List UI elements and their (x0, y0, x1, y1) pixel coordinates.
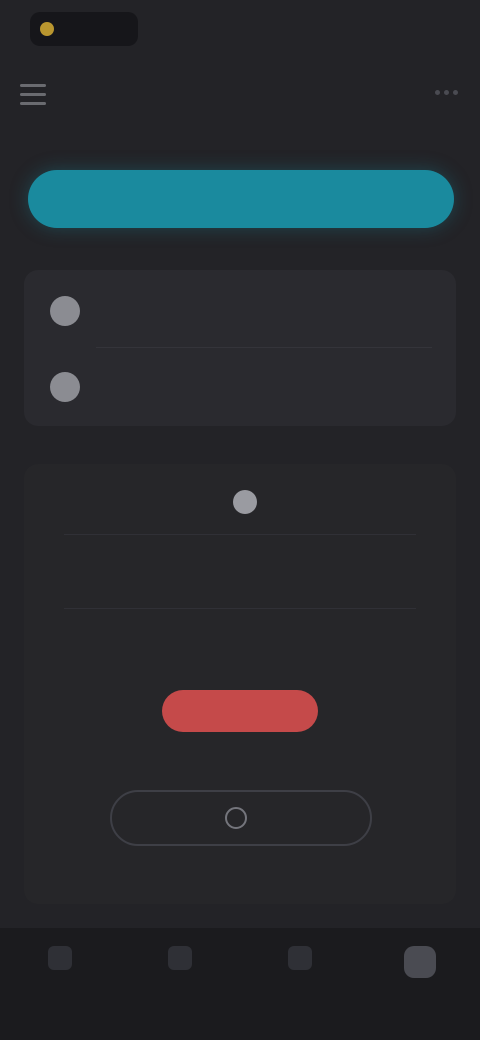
settings-card (24, 270, 456, 426)
bell-icon (50, 372, 80, 402)
nav-item-list[interactable] (130, 942, 230, 1012)
status-dot-icon (40, 22, 54, 36)
nav-item-stats[interactable] (250, 942, 350, 1012)
account-card (24, 464, 456, 904)
header (0, 64, 480, 128)
divider (96, 347, 432, 348)
nav-item-profile[interactable] (370, 942, 470, 1012)
divider (64, 608, 416, 609)
menu-icon[interactable] (20, 84, 46, 106)
status-bar (0, 0, 480, 56)
bottom-nav (0, 928, 480, 1040)
chart-icon (288, 946, 312, 970)
list-icon (168, 946, 192, 970)
status-pill (30, 12, 138, 46)
more-icon[interactable] (428, 90, 458, 100)
page (0, 0, 480, 1040)
account-item-1[interactable] (24, 490, 456, 514)
setting-row-notifications[interactable] (24, 356, 456, 418)
nav-item-home[interactable] (10, 942, 110, 1012)
profile-icon (404, 946, 436, 978)
divider (64, 534, 416, 535)
info-icon[interactable] (233, 490, 257, 514)
home-icon (48, 946, 72, 970)
outline-button[interactable] (110, 790, 372, 846)
setting-row-language[interactable] (24, 280, 456, 342)
danger-button[interactable] (162, 690, 318, 732)
globe-icon (50, 296, 80, 326)
primary-cta-button[interactable] (28, 170, 454, 228)
check-circle-icon (225, 807, 247, 829)
